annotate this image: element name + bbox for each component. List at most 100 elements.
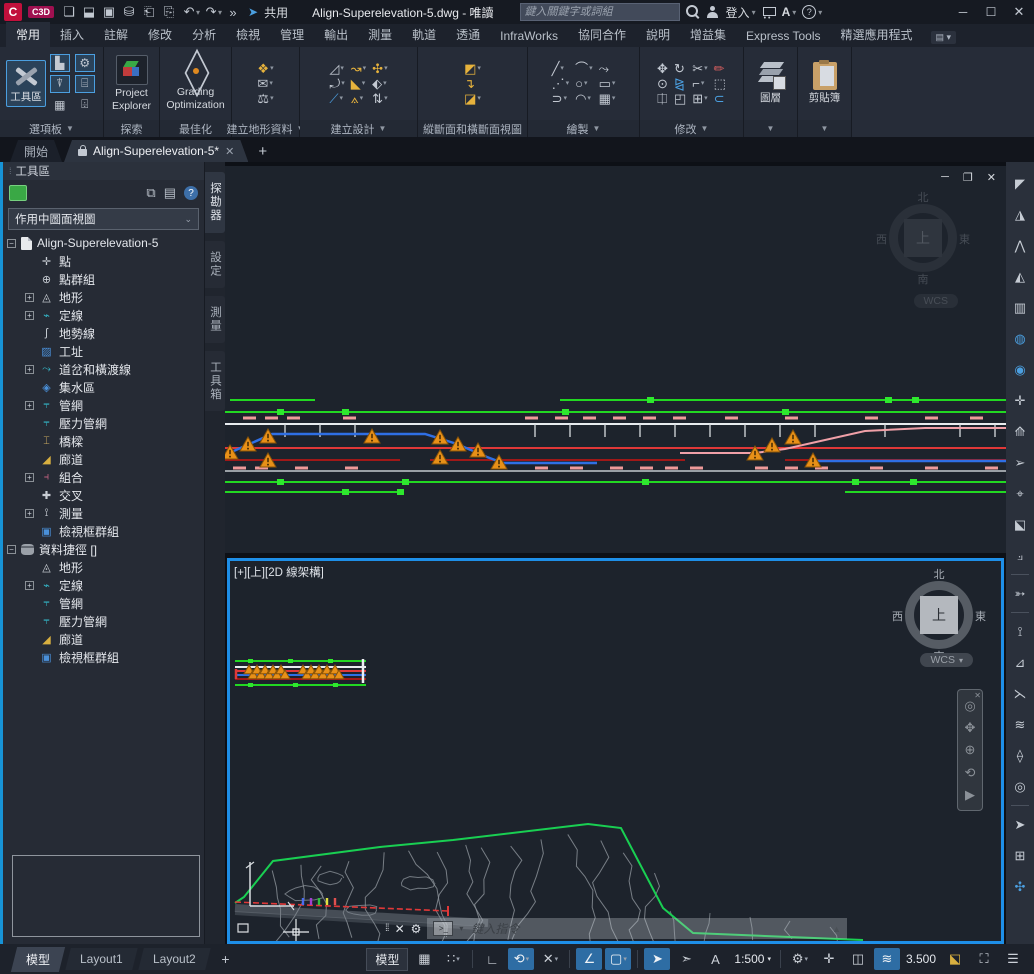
chevron-down-icon[interactable]: ▾ <box>704 92 708 105</box>
autocad-logo[interactable]: C <box>4 3 22 21</box>
ortho-icon[interactable]: ∟ <box>479 948 505 970</box>
ribbon-tool-icon-2[interactable]: ✂▾ <box>692 62 707 75</box>
chevron-down-icon[interactable]: ▾ <box>526 955 530 963</box>
ribbon-tab-輸出[interactable]: 輸出 <box>314 22 358 47</box>
tree-item-管網[interactable]: ⫧管網 <box>3 594 204 612</box>
doc-close-icon[interactable]: ✕ <box>987 171 996 184</box>
panel-dropdown-icon[interactable]: ▼ <box>821 124 829 133</box>
right-toolbar-icon-12[interactable]: ⟓ <box>1008 540 1032 571</box>
view-selector-combo[interactable]: 作用中圖面視圖⌄ <box>8 208 199 230</box>
right-toolbar-icon-25[interactable]: ✣ <box>1008 871 1032 902</box>
doc-restore-icon[interactable]: ❐ <box>963 171 973 184</box>
ribbon-tool-icon-1[interactable]: ✉▾ <box>257 77 273 90</box>
chevron-down-icon[interactable]: ▾ <box>269 77 273 90</box>
panel-label[interactable]: ▼ <box>744 120 797 137</box>
panel-dropdown-icon[interactable]: ▼ <box>379 124 387 133</box>
expand-icon[interactable]: + <box>25 581 34 590</box>
right-toolbar-icon-1[interactable]: ◮ <box>1008 199 1032 230</box>
panel-label[interactable]: 選項板▼ <box>0 120 103 137</box>
side-tab-探勘器[interactable]: 探勘器 <box>205 172 225 233</box>
tree-item-工址[interactable]: ▨工址 <box>3 342 204 360</box>
object-snap-icon[interactable]: ▢▾ <box>605 948 631 970</box>
ribbon-tool-icon-10[interactable]: ⊞▾ <box>692 92 707 105</box>
side-tab-設定[interactable]: 設定 <box>205 241 225 288</box>
ribbon-tab-Express Tools[interactable]: Express Tools <box>736 25 830 47</box>
wcs-menu-bottom[interactable]: WCS▾ <box>920 653 973 667</box>
tree-item-組合[interactable]: +⫞組合 <box>3 468 204 486</box>
ribbon-tab-透通[interactable]: 透通 <box>446 22 490 47</box>
chevron-down-icon[interactable]: ▾ <box>563 92 567 105</box>
save-icon[interactable]: ▣ <box>100 4 118 20</box>
chevron-down-icon[interactable]: ▾ <box>555 955 559 963</box>
tree-item-測量[interactable]: +⟟測量 <box>3 504 204 522</box>
doc-minimize-icon[interactable]: ─ <box>941 171 949 184</box>
right-toolbar-icon-11[interactable]: ⬕ <box>1008 509 1032 540</box>
tree-item-壓力管網[interactable]: ⫧壓力管網 <box>3 612 204 630</box>
autodesk-a-icon[interactable]: A <box>782 5 791 19</box>
autodesk-dropdown-icon[interactable]: ▾ <box>792 8 796 17</box>
snap-icon[interactable]: ∷▾ <box>440 948 466 970</box>
ribbon-tool-icon-4[interactable]: ◣▾ <box>351 77 366 90</box>
right-toolbar-icon-17[interactable]: ⊿ <box>1008 647 1032 678</box>
new-file-icon[interactable]: ❏ <box>60 4 78 20</box>
ribbon-tab-管理[interactable]: 管理 <box>270 22 314 47</box>
tree-item-集水區[interactable]: ◈集水區 <box>3 378 204 396</box>
data-shortcut-icon[interactable]: ⧉ <box>146 185 155 201</box>
file-tab-start[interactable]: 開始 <box>10 140 62 162</box>
ribbon-tab-註解[interactable]: 註解 <box>94 22 138 47</box>
signin-dropdown-icon[interactable]: ▾ <box>752 8 756 17</box>
command-prompt-icon[interactable]: >_ <box>433 921 453 936</box>
layout-tab-Layout2[interactable]: Layout2 <box>138 948 210 970</box>
right-toolbar-icon-18[interactable]: ⋋ <box>1008 678 1032 709</box>
ribbon-tab-插入[interactable]: 插入 <box>50 22 94 47</box>
isolate-objects-icon[interactable]: ⬕ <box>942 948 968 970</box>
expand-icon[interactable]: + <box>25 509 34 518</box>
isoplane-icon[interactable]: ✕▾ <box>537 948 563 970</box>
redo-dropdown-icon[interactable]: ▾ <box>218 8 222 17</box>
viewport-controls-label[interactable]: [+][上][2D 線架構] <box>234 564 324 580</box>
ribbon-tab-常用[interactable]: 常用 <box>6 22 50 47</box>
chevron-down-icon[interactable]: ▾ <box>805 955 809 963</box>
ribbon-tool-icon-0[interactable]: ◿▾ <box>329 62 344 75</box>
wcs-menu-top[interactable]: WCS <box>914 294 959 308</box>
palette-toggle-icon-5[interactable]: ⌹ <box>75 96 95 114</box>
side-tab-工具箱[interactable]: 工具箱 <box>205 351 225 412</box>
ribbon-tool-icon-1[interactable]: ↻ <box>674 62 686 75</box>
ribbon-tool-icon-4[interactable]: ⊙ <box>657 77 668 90</box>
tree-item-橋樑[interactable]: ⌶橋樑 <box>3 432 204 450</box>
tree-item-定線[interactable]: +⌁定線 <box>3 576 204 594</box>
ribbon-tab-分析[interactable]: 分析 <box>182 22 226 47</box>
annotation-autoscale-icon[interactable]: ➣ <box>673 948 699 970</box>
chevron-down-icon[interactable]: ▾ <box>340 92 344 105</box>
tree-item-檢視框群組[interactable]: ▣檢視框群組 <box>3 522 204 540</box>
chevron-down-icon[interactable]: ▾ <box>584 77 588 90</box>
tree-item-交叉[interactable]: ✚交叉 <box>3 486 204 504</box>
tree-item-地形[interactable]: ◬地形 <box>3 558 204 576</box>
undo-dropdown-icon[interactable]: ▾ <box>196 8 200 17</box>
viewport-top[interactable]: ─ ❐ ✕ 北 南 西 東 上 WCS <box>225 166 1006 553</box>
user-icon[interactable] <box>706 5 720 19</box>
layout-tab-模型[interactable]: 模型 <box>11 947 65 972</box>
search-input[interactable] <box>520 3 680 21</box>
tree-item-定線[interactable]: +⌁定線 <box>3 306 204 324</box>
ribbon-tool-icon-8[interactable]: ▦▾ <box>599 92 616 105</box>
workspace-icon[interactable]: ◫ <box>845 948 871 970</box>
clean-screen-icon[interactable]: ⛶ <box>971 948 997 970</box>
ribbon-tool-icon-1[interactable]: ↴ <box>464 77 481 90</box>
more-icon[interactable]: » <box>224 5 242 20</box>
ribbon-tab-增益集[interactable]: 增益集 <box>680 22 736 47</box>
chevron-down-icon[interactable]: ▾ <box>560 62 564 75</box>
panel-dropdown-icon[interactable]: ▼ <box>701 124 709 133</box>
close-button[interactable]: ✕ <box>1008 4 1030 20</box>
panel-label[interactable]: 探索 <box>104 120 159 137</box>
recent-commands-icon[interactable]: ▾ <box>459 924 463 933</box>
viewcube-south[interactable]: 南 <box>875 271 971 287</box>
right-toolbar-icon-2[interactable]: ⋀ <box>1008 230 1032 261</box>
prospector-active-icon[interactable] <box>9 185 27 201</box>
ribbon-tool-icon-0[interactable]: ◩▾ <box>464 62 481 75</box>
tree-item-廊道[interactable]: ◢廊道 <box>3 630 204 648</box>
chevron-down-icon[interactable]: ▾ <box>362 77 366 90</box>
chevron-down-icon[interactable]: ▾ <box>701 77 705 90</box>
right-toolbar-icon-10[interactable]: ⌖ <box>1008 478 1032 509</box>
right-toolbar-icon-3[interactable]: ◭ <box>1008 261 1032 292</box>
